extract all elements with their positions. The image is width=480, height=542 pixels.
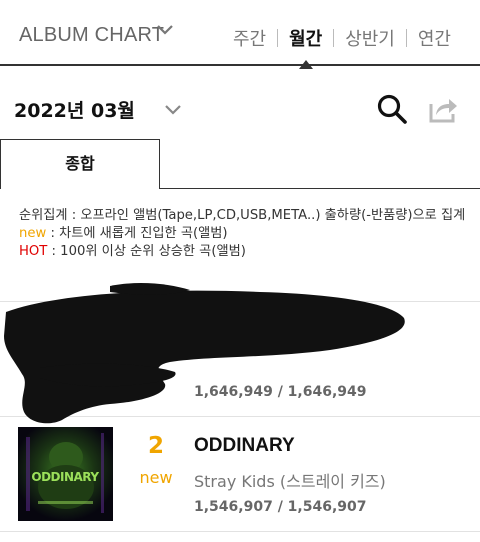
share-icon[interactable] xyxy=(427,94,459,124)
legend-hot-keyword: HOT xyxy=(19,244,48,259)
chart-row[interactable]: 1,646,949 / 1,646,949 xyxy=(0,301,480,416)
tab-underline xyxy=(160,188,480,189)
header-bar: ALBUM CHART 주간 월간 상반기 연간 xyxy=(0,0,480,69)
legend-new-desc: : 차트에 새롭게 진입한 곡(앨범) xyxy=(46,226,228,241)
tab-monthly-label: 월간 xyxy=(289,29,323,50)
album-title[interactable]: ODDINARY xyxy=(194,435,295,457)
chart-title[interactable]: ALBUM CHART xyxy=(19,24,164,47)
album-cover-image[interactable]: ODDINARY xyxy=(18,427,113,521)
tab-monthly[interactable]: 월간 xyxy=(278,25,333,69)
period-tabs: 주간 월간 상반기 연간 xyxy=(222,25,462,69)
chevron-down-icon[interactable] xyxy=(156,24,174,36)
chart-legend: 순위집계 : 오프라인 앨범(Tape,LP,CD,USB,META..) 출하… xyxy=(19,207,469,261)
tab-yearly[interactable]: 연간 xyxy=(407,25,462,51)
svg-text:ODDINARY: ODDINARY xyxy=(31,470,99,484)
date-selector[interactable]: 2022년 03월 xyxy=(14,96,135,123)
date-selector-row: 2022년 03월 xyxy=(0,66,480,146)
album-cover-art: ODDINARY xyxy=(18,427,113,521)
row-divider xyxy=(0,531,480,532)
legend-new-keyword: new xyxy=(19,226,47,241)
artist-name[interactable]: Stray Kids (스트레이 키즈) xyxy=(194,468,386,492)
chart-row[interactable]: ODDINARY 2 new ODDINARY Stray Kids (스트레이… xyxy=(0,416,480,531)
legend-hot-desc: : 100위 이상 순위 상승한 곡(앨범) xyxy=(47,244,246,259)
tab-total[interactable]: 종합 xyxy=(0,139,160,189)
sales-count: 1,546,907 / 1,546,907 xyxy=(194,499,367,515)
sales-count: 1,646,949 / 1,646,949 xyxy=(194,384,367,400)
tab-weekly[interactable]: 주간 xyxy=(222,25,277,51)
rank-number: 2 xyxy=(147,433,164,459)
legend-new-line: new : 차트에 새롭게 진입한 곡(앨범) xyxy=(19,225,469,243)
legend-aggregation-note: 순위집계 : 오프라인 앨범(Tape,LP,CD,USB,META..) 출하… xyxy=(19,208,466,223)
search-icon[interactable] xyxy=(375,92,409,126)
legend-hot-line: HOT : 100위 이상 순위 상승한 곡(앨범) xyxy=(19,243,469,261)
tab-half-year[interactable]: 상반기 xyxy=(334,25,406,51)
chevron-down-icon[interactable] xyxy=(164,104,182,116)
rank-change-badge: new xyxy=(139,468,173,487)
